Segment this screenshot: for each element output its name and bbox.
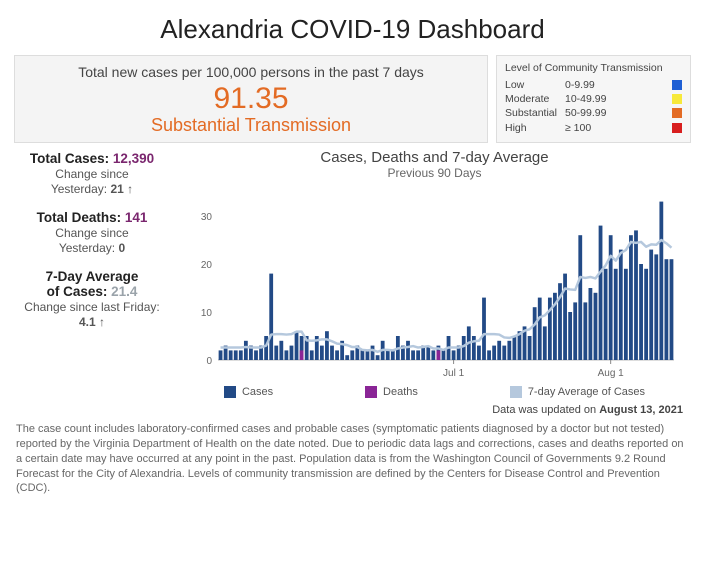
stat-value: 21.4: [111, 284, 137, 299]
stat-label: 7-Day Average: [14, 269, 170, 284]
legend-row-moderate: Moderate 10-49.99: [505, 92, 682, 106]
svg-text:10: 10: [200, 308, 212, 319]
updated-prefix: Data was updated on: [492, 404, 599, 416]
chart-legend-label: 7-day Average of Cases: [528, 386, 645, 398]
stat-total-cases: Total Cases: 12,390 Change since Yesterd…: [14, 151, 170, 196]
svg-text:0: 0: [206, 356, 212, 367]
legend-range: 10-49.99: [565, 92, 672, 106]
legend-range: ≥ 100: [565, 121, 672, 135]
headline-status: Substantial Transmission: [23, 115, 479, 136]
stat-sub: Change since last Friday:: [14, 300, 170, 314]
stat-total-deaths: Total Deaths: 141 Change since Yesterday…: [14, 210, 170, 255]
swatch-cases: [224, 386, 236, 398]
swatch-deaths: [365, 386, 377, 398]
stat-change: 0: [118, 241, 125, 255]
stat-change: 4.1 ↑: [14, 315, 170, 329]
transmission-legend: Level of Community Transmission Low 0-9.…: [496, 55, 691, 143]
legend-swatch-high: [672, 123, 682, 133]
chart-legend-deaths: Deaths: [365, 386, 418, 398]
updated-line: Data was updated on August 13, 2021: [14, 404, 683, 416]
legend-swatch-low: [672, 80, 682, 90]
chart-svg: 0 10 20 30 Jul 1 Aug 1: [190, 184, 680, 384]
chart-legend: Cases Deaths 7-day Average of Cases: [178, 386, 691, 398]
footnote: The case count includes laboratory-confi…: [14, 422, 691, 496]
stat-avg7: 7-Day Average of Cases: 21.4 Change sinc…: [14, 269, 170, 329]
svg-text:20: 20: [200, 260, 212, 271]
legend-range: 0-9.99: [565, 78, 672, 92]
chart-title: Cases, Deaths and 7-day Average: [178, 149, 691, 166]
legend-name: Substantial: [505, 106, 565, 120]
legend-row-low: Low 0-9.99: [505, 78, 682, 92]
legend-name: High: [505, 121, 565, 135]
legend-row-substantial: Substantial 50-99.99: [505, 106, 682, 120]
chart-legend-label: Deaths: [383, 386, 418, 398]
updated-date: August 13, 2021: [599, 404, 683, 416]
svg-text:30: 30: [200, 212, 212, 223]
stat-sub: Yesterday: 21 ↑: [14, 182, 170, 196]
stat-label: Total Deaths:: [37, 210, 125, 225]
page-title: Alexandria COVID-19 Dashboard: [14, 14, 691, 45]
stat-value: 12,390: [113, 151, 154, 166]
stats-sidebar: Total Cases: 12,390 Change since Yesterd…: [14, 149, 170, 398]
stat-sub: Yesterday: 0: [14, 241, 170, 255]
stat-sub: Change since: [14, 167, 170, 181]
headline-label: Total new cases per 100,000 persons in t…: [23, 64, 479, 80]
legend-range: 50-99.99: [565, 106, 672, 120]
chart-legend-avg: 7-day Average of Cases: [510, 386, 645, 398]
svg-text:Jul 1: Jul 1: [443, 368, 465, 379]
swatch-avg: [510, 386, 522, 398]
legend-row-high: High ≥ 100: [505, 121, 682, 135]
legend-name: Low: [505, 78, 565, 92]
svg-text:Aug 1: Aug 1: [597, 368, 624, 379]
stat-change: 21 ↑: [110, 182, 133, 196]
stat-label: Total Cases:: [30, 151, 113, 166]
chart-subtitle: Previous 90 Days: [178, 166, 691, 180]
chart-legend-label: Cases: [242, 386, 273, 398]
headline-value: 91.35: [23, 82, 479, 115]
legend-swatch-moderate: [672, 94, 682, 104]
stat-label: of Cases:: [47, 284, 112, 299]
stat-value: 141: [125, 210, 148, 225]
transmission-legend-title: Level of Community Transmission: [505, 62, 682, 74]
legend-name: Moderate: [505, 92, 565, 106]
stat-sub: Change since: [14, 226, 170, 240]
chart-panel: Cases, Deaths and 7-day Average Previous…: [178, 149, 691, 398]
chart-legend-cases: Cases: [224, 386, 273, 398]
headline-card: Total new cases per 100,000 persons in t…: [14, 55, 488, 143]
legend-swatch-substantial: [672, 108, 682, 118]
